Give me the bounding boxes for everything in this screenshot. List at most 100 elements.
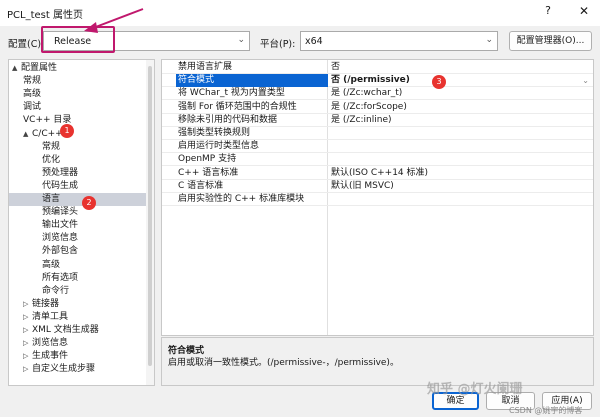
- property-tree: ▲ 配置属性 常规 高级 调试 VC++ 目录 ▲ C/C++ 常规 优化 预处理器 代码生成 语言 预编…: [8, 59, 155, 386]
- tree-item[interactable]: ▷ 生成事件: [23, 350, 68, 363]
- tree-item[interactable]: 高级: [23, 88, 41, 101]
- expand-arrow-icon[interactable]: ▷: [23, 337, 32, 350]
- tree-item-label: 命令行: [42, 285, 70, 296]
- platform-dropdown[interactable]: x64 ⌄: [300, 31, 498, 51]
- close-button[interactable]: ✕: [577, 4, 591, 20]
- property-name: 符合模式: [176, 74, 328, 88]
- watermark-csdn: CSDN @姚宇的博客: [509, 406, 583, 415]
- tree-item-label: 常规: [42, 141, 61, 152]
- tree-item[interactable]: 常规: [23, 75, 41, 88]
- help-button[interactable]: ?: [541, 4, 555, 20]
- property-grid: 禁用语言扩展否符合模式否 (/permissive) ⌄ 将 WChar_t 视为内…: [161, 59, 594, 336]
- tree-item[interactable]: 优化: [42, 154, 60, 167]
- tree-item-label: XML 文档生成器: [32, 325, 99, 335]
- tree-item-label: C/C++: [32, 128, 63, 139]
- tree-item[interactable]: 代码生成: [42, 180, 78, 193]
- tree-item-label: 所有选项: [42, 272, 79, 283]
- watermark-zhihu: 知乎 @灯火阑珊: [427, 382, 523, 397]
- property-row[interactable]: 将 WChar_t 视为内置类型 是 (/Zc:wchar_t): [162, 87, 593, 101]
- tree-scrollbar-thumb[interactable]: [148, 66, 152, 366]
- property-row[interactable]: C++ 语言标准 默认(ISO C++14 标准): [162, 167, 593, 180]
- property-row[interactable]: 强制类型转换规则: [162, 127, 593, 140]
- tree-item[interactable]: 所有选项: [42, 272, 78, 285]
- expand-arrow-icon[interactable]: ▷: [23, 363, 32, 376]
- tree-item-label: 浏览信息: [42, 233, 79, 244]
- tree-item[interactable]: ▷ XML 文档生成器: [23, 324, 99, 337]
- tree-item[interactable]: 常规: [42, 141, 60, 154]
- annotation-badge-3: 3: [432, 75, 446, 89]
- property-value: 否: [331, 62, 341, 72]
- tree-item[interactable]: 浏览信息: [42, 232, 78, 245]
- window-title: PCL_test 属性页: [7, 10, 83, 21]
- tree-item[interactable]: 高级: [42, 259, 60, 272]
- platform-value: x64: [305, 36, 323, 47]
- tree-item-label: 调试: [23, 102, 42, 113]
- description-panel: 符合模式 启用或取消一致性模式。(/permissive-，/permissiv…: [161, 337, 594, 386]
- tree-item-label: 高级: [42, 259, 61, 270]
- title-bar: PCL_test 属性页 ? ✕: [0, 0, 600, 26]
- tree-scrollbar[interactable]: [146, 60, 154, 385]
- tree-item[interactable]: 调试: [23, 101, 41, 114]
- tree-item-label: 语言: [42, 194, 61, 204]
- tree-item-label: 常规: [23, 76, 42, 87]
- property-row[interactable]: 符合模式否 (/permissive) ⌄: [162, 74, 593, 88]
- property-name: 启用运行时类型信息: [178, 141, 260, 152]
- description-text: 启用或取消一致性模式。(/permissive-，/permissive)。: [168, 358, 399, 368]
- chevron-down-icon: ⌄: [237, 35, 245, 45]
- tree-item-label: 高级: [23, 89, 42, 100]
- property-name: OpenMP 支持: [178, 154, 237, 165]
- platform-label: 平台(P):: [260, 39, 296, 50]
- expand-arrow-icon[interactable]: ▷: [23, 350, 32, 363]
- collapse-arrow-icon[interactable]: ▲: [12, 62, 21, 75]
- property-value[interactable]: 否 (/permissive): [331, 74, 410, 87]
- property-name: 强制 For 循环范围中的合规性: [178, 101, 297, 112]
- annotation-badge-1: 1: [60, 124, 74, 138]
- tree-item[interactable]: ▷ 浏览信息: [23, 337, 68, 350]
- expand-arrow-icon[interactable]: ▷: [23, 311, 32, 324]
- property-row[interactable]: 移除未引用的代码和数据 是 (/Zc:inline): [162, 114, 593, 127]
- expand-arrow-icon[interactable]: ▷: [23, 298, 32, 311]
- property-name: 启用实验性的 C++ 标准库模块: [178, 194, 305, 204]
- chevron-down-icon[interactable]: ⌄: [582, 74, 589, 87]
- tree-item-label: 生成事件: [32, 351, 69, 362]
- tree-item[interactable]: ▷ 链接器: [23, 298, 59, 311]
- property-row[interactable]: OpenMP 支持: [162, 153, 593, 167]
- tree-item-label: 浏览信息: [32, 338, 69, 349]
- tree-item[interactable]: ▷ 自定义生成步骤: [23, 363, 95, 376]
- property-name: 强制类型转换规则: [178, 128, 251, 138]
- chevron-down-icon: ⌄: [485, 35, 493, 45]
- collapse-arrow-icon[interactable]: ▲: [23, 128, 32, 141]
- property-value: 是 (/Zc:inline): [331, 114, 392, 125]
- tree-item-label: 链接器: [32, 298, 60, 309]
- config-dropdown[interactable]: Release ⌄: [43, 31, 250, 51]
- tree-item[interactable]: 预处理器: [42, 167, 78, 180]
- tree-item-label: 输出文件: [42, 220, 79, 231]
- property-name: 移除未引用的代码和数据: [178, 114, 278, 125]
- config-manager-button[interactable]: 配置管理器(O)...: [509, 31, 592, 51]
- property-row[interactable]: 启用实验性的 C++ 标准库模块: [162, 193, 593, 206]
- tree-item-label: 代码生成: [42, 180, 79, 191]
- tree-item[interactable]: 命令行: [42, 285, 69, 298]
- property-row[interactable]: 强制 For 循环范围中的合规性 是 (/Zc:forScope): [162, 101, 593, 114]
- property-row[interactable]: C 语言标准 默认(旧 MSVC): [162, 180, 593, 193]
- tree-item-label: 清单工具: [32, 311, 69, 322]
- annotation-badge-2: 2: [82, 196, 96, 210]
- config-value: Release: [54, 36, 92, 47]
- tree-item-label: 自定义生成步骤: [32, 364, 96, 375]
- tree-item[interactable]: 外部包含: [42, 245, 78, 258]
- tree-item-label: 预处理器: [42, 167, 79, 178]
- expand-arrow-icon[interactable]: ▷: [23, 324, 32, 337]
- tree-item[interactable]: 输出文件: [42, 219, 78, 232]
- property-row[interactable]: 启用运行时类型信息: [162, 140, 593, 154]
- property-row[interactable]: 禁用语言扩展 否: [162, 61, 593, 74]
- tree-item[interactable]: 语言: [9, 193, 146, 206]
- tree-item-label: 预编译头: [42, 207, 79, 218]
- tree-item[interactable]: ▲ C/C++: [23, 128, 63, 141]
- property-value: 默认(旧 MSVC): [331, 180, 394, 191]
- tree-item-label: 配置属性: [21, 63, 58, 73]
- property-value: 是 (/Zc:forScope): [331, 101, 407, 112]
- tree-item[interactable]: 预编译头: [42, 206, 78, 219]
- property-value: 默认(ISO C++14 标准): [331, 167, 429, 178]
- tree-item[interactable]: ▷ 清单工具: [23, 311, 68, 324]
- tree-item[interactable]: ▲ 配置属性: [12, 62, 57, 75]
